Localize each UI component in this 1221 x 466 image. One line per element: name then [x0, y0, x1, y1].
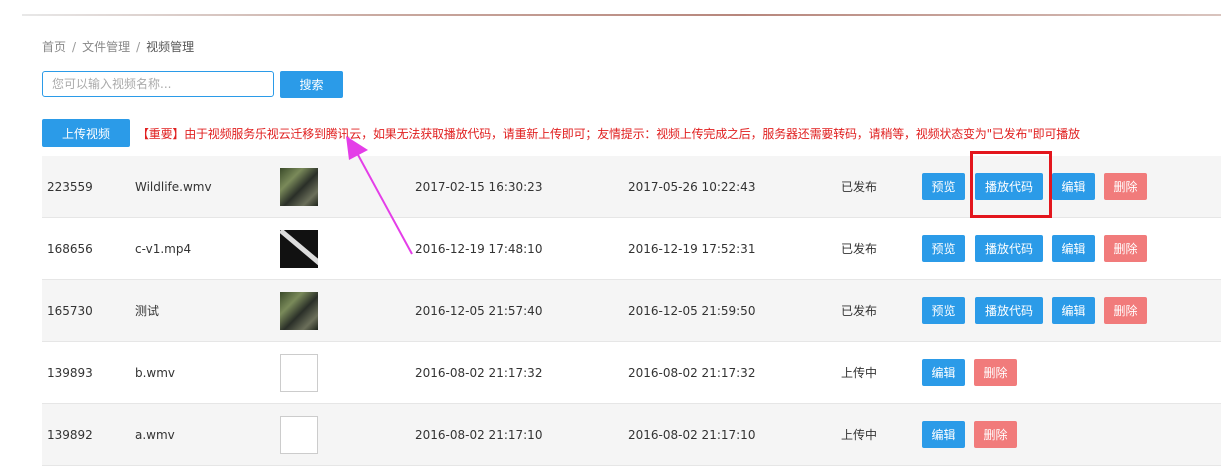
created-time: 2016-12-19 17:48:10 [415, 241, 543, 256]
updated-time: 2017-05-26 10:22:43 [628, 179, 756, 194]
updated-time: 2016-12-05 21:59:50 [628, 303, 756, 318]
thumbnail-cell [280, 156, 318, 217]
row-actions: 编辑 删除 [922, 342, 1027, 403]
created-time: 2017-02-15 16:30:23 [415, 179, 543, 194]
video-name: 测试 [135, 304, 160, 318]
video-name: a.wmv [135, 427, 175, 442]
search-button[interactable]: 搜索 [280, 71, 343, 98]
video-name: c-v1.mp4 [135, 241, 192, 256]
delete-button[interactable]: 删除 [1104, 235, 1147, 262]
row-actions: 预览 播放代码 编辑 删除 [922, 280, 1157, 341]
status-text: 已发布 [841, 242, 878, 256]
row-actions: 预览 播放代码 编辑 删除 [922, 218, 1157, 279]
edit-button[interactable]: 编辑 [1052, 297, 1095, 324]
delete-button[interactable]: 删除 [974, 359, 1017, 386]
thumbnail-cell [280, 342, 318, 403]
preview-button[interactable]: 预览 [922, 235, 965, 262]
video-thumbnail [280, 415, 318, 454]
created-time: 2016-08-02 21:17:10 [415, 427, 543, 442]
table-row: 139892 a.wmv 2016-08-02 21:17:10 2016-08-02… [42, 404, 1221, 466]
video-id: 165730 [47, 303, 93, 318]
video-thumbnail [280, 291, 318, 330]
top-divider [22, 14, 1221, 16]
video-id: 223559 [47, 179, 93, 194]
important-notice: 【重要】由于视频服务乐视云迁移到腾讯云，如果无法获取播放代码，请重新上传即可；友… [137, 127, 1080, 141]
delete-button[interactable]: 删除 [974, 421, 1017, 448]
breadcrumb-separator: / [136, 40, 141, 54]
highlight-box [970, 151, 1052, 218]
upload-video-button[interactable]: 上传视频 [42, 119, 130, 147]
search-input[interactable] [42, 71, 274, 97]
video-id: 139892 [47, 427, 93, 442]
play-code-button[interactable]: 播放代码 [975, 297, 1043, 324]
video-name: b.wmv [135, 365, 176, 380]
status-text: 上传中 [841, 366, 878, 380]
thumbnail-cell [280, 280, 318, 341]
breadcrumb-home[interactable]: 首页 [42, 40, 66, 54]
delete-button[interactable]: 删除 [1104, 297, 1147, 324]
breadcrumb-current: 视频管理 [146, 40, 195, 54]
preview-button[interactable]: 预览 [922, 297, 965, 324]
updated-time: 2016-08-02 21:17:10 [628, 427, 756, 442]
updated-time: 2016-08-02 21:17:32 [628, 365, 756, 380]
video-thumbnail [280, 229, 318, 268]
status-text: 已发布 [841, 304, 878, 318]
created-time: 2016-08-02 21:17:32 [415, 365, 543, 380]
breadcrumb-separator: / [72, 40, 77, 54]
edit-button[interactable]: 编辑 [1052, 235, 1095, 262]
video-id: 139893 [47, 365, 93, 380]
breadcrumb-files[interactable]: 文件管理 [82, 40, 130, 54]
video-thumbnail [280, 167, 318, 206]
video-id: 168656 [47, 241, 93, 256]
video-name: Wildlife.wmv [135, 179, 212, 194]
table-row: 165730 测试 2016-12-05 21:57:40 2016-12-05 21… [42, 280, 1221, 342]
edit-button[interactable]: 编辑 [1052, 173, 1095, 200]
table-row: 168656 c-v1.mp4 2016-12-19 17:48:10 2016-12… [42, 218, 1221, 280]
breadcrumb: 首页 / 文件管理 / 视频管理 [42, 38, 194, 55]
thumbnail-cell [280, 404, 318, 465]
status-text: 上传中 [841, 428, 878, 442]
video-thumbnail [280, 353, 318, 392]
updated-time: 2016-12-19 17:52:31 [628, 241, 756, 256]
thumbnail-cell [280, 218, 318, 279]
preview-button[interactable]: 预览 [922, 173, 965, 200]
edit-button[interactable]: 编辑 [922, 421, 965, 448]
row-actions: 编辑 删除 [922, 404, 1027, 465]
edit-button[interactable]: 编辑 [922, 359, 965, 386]
status-text: 已发布 [841, 180, 878, 194]
created-time: 2016-12-05 21:57:40 [415, 303, 543, 318]
table-row: 139893 b.wmv 2016-08-02 21:17:32 2016-08-02… [42, 342, 1221, 404]
play-code-button[interactable]: 播放代码 [975, 235, 1043, 262]
delete-button[interactable]: 删除 [1104, 173, 1147, 200]
